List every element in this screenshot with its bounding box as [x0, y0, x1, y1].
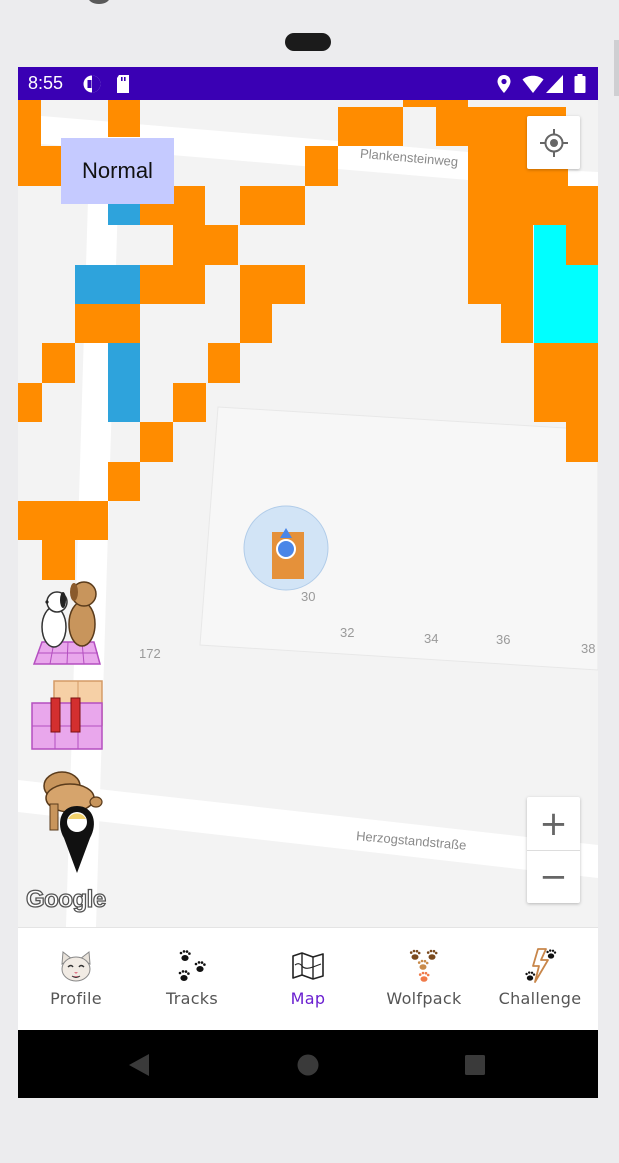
cat-face-icon: [61, 951, 91, 982]
screen: 8:55 Plankensteinweg Herzogstandstraße 3…: [18, 67, 598, 1098]
sd-card-icon: [117, 75, 129, 93]
house-number: 30: [301, 589, 316, 604]
nav-item-challenge[interactable]: Challenge: [482, 928, 598, 1031]
my-location-button[interactable]: [527, 116, 580, 169]
speaker-grille: [285, 33, 331, 51]
house-number: 172: [139, 646, 161, 661]
my-location-icon: [539, 128, 568, 157]
bottom-navigation: Profile Tracks Map Wolfpack Challenge: [18, 927, 598, 1031]
battery-icon: [574, 74, 586, 93]
zoom-controls: + −: [527, 797, 580, 903]
paws-group-icon: [409, 949, 438, 982]
pause-tiles-icon[interactable]: [31, 679, 103, 751]
nav-label-wolfpack: Wolfpack: [386, 989, 462, 1008]
signal-icon: [546, 75, 563, 93]
back-icon[interactable]: [128, 1053, 150, 1077]
map-mode-label: Normal: [82, 158, 153, 183]
nav-label-profile: Profile: [50, 989, 102, 1008]
map-mode-chip[interactable]: Normal: [61, 138, 174, 204]
nav-item-profile[interactable]: Profile: [18, 928, 134, 1031]
nav-item-map[interactable]: Map: [250, 928, 366, 1031]
wolfpack-dogs-icon[interactable]: [32, 572, 104, 667]
map-canvas: [18, 100, 598, 927]
wifi-icon: [522, 75, 544, 93]
home-icon[interactable]: [297, 1054, 319, 1076]
zoom-in-button[interactable]: +: [527, 797, 580, 851]
nav-item-tracks[interactable]: Tracks: [134, 928, 250, 1031]
nav-label-map: Map: [290, 989, 326, 1008]
location-icon: [497, 75, 511, 93]
map-icon: [292, 952, 324, 980]
zoom-out-button[interactable]: −: [527, 850, 580, 903]
status-bar: 8:55: [18, 67, 598, 100]
nav-label-challenge: Challenge: [498, 989, 582, 1008]
house-number: 34: [424, 631, 439, 646]
google-attribution: Google: [25, 885, 106, 913]
camera-dot: [88, 0, 110, 4]
data-saver-icon: [83, 75, 101, 93]
recents-icon[interactable]: [465, 1055, 485, 1075]
house-number: 32: [340, 625, 355, 640]
map-view[interactable]: Plankensteinweg Herzogstandstraße 30 32 …: [18, 100, 598, 927]
system-navigation-bar: [18, 1030, 598, 1098]
paw-prints-icon: [178, 950, 206, 981]
device-frame: 8:55 Plankensteinweg Herzogstandstraße 3…: [0, 0, 619, 1163]
lightning-paw-icon: [525, 948, 557, 983]
nav-item-wolfpack[interactable]: Wolfpack: [366, 928, 482, 1031]
side-button: [614, 40, 619, 96]
dog-marker-icon[interactable]: [30, 766, 104, 876]
house-number: 38: [581, 641, 596, 656]
house-number: 36: [496, 632, 511, 647]
nav-label-tracks: Tracks: [165, 989, 218, 1008]
status-time: 8:55: [28, 73, 64, 93]
